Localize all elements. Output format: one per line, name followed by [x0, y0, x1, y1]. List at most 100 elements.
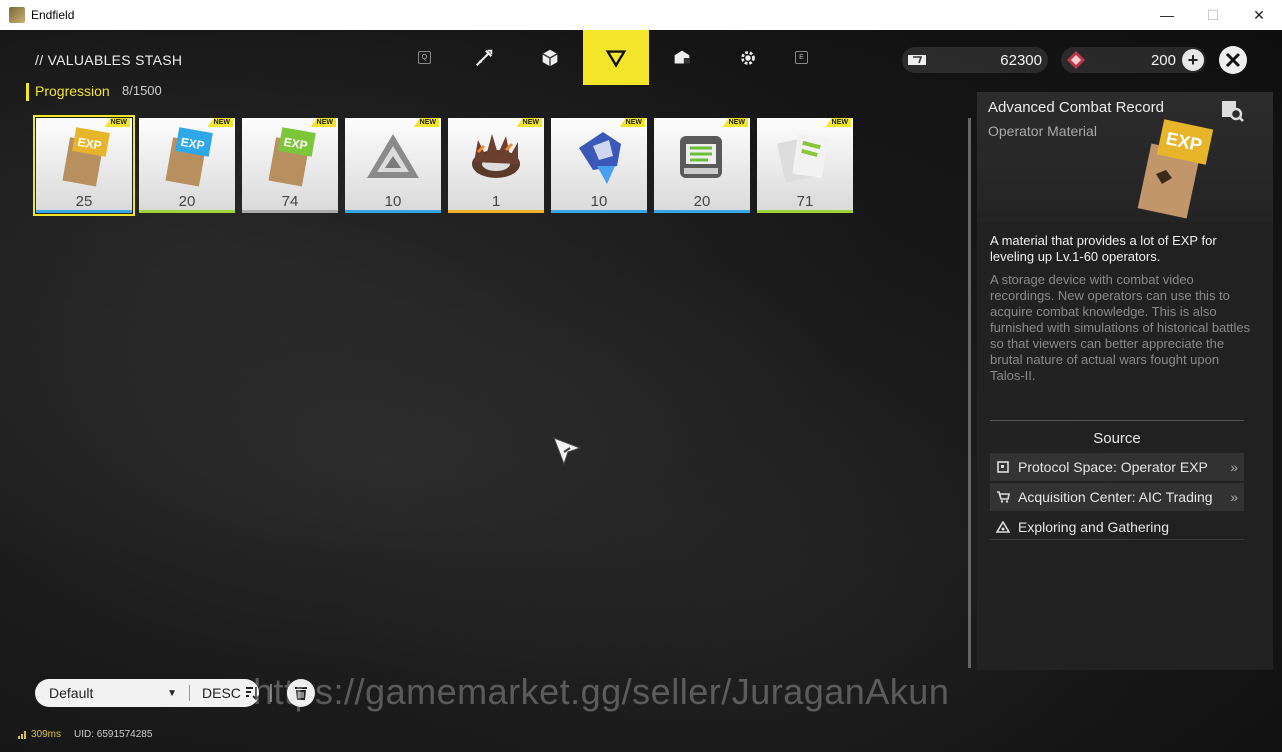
mouse-cursor-icon — [553, 437, 582, 466]
gear-icon — [741, 50, 755, 65]
item-detail-panel: Advanced Combat Record Operator Material… — [977, 92, 1273, 670]
crystal-icon — [1065, 49, 1087, 71]
tab-cube[interactable] — [517, 30, 583, 85]
sort-order-button[interactable]: DESC — [190, 685, 259, 701]
item-lore: A storage device with combat video recor… — [990, 272, 1251, 383]
item-quantity: 1 — [491, 193, 501, 210]
sort-order-label: DESC — [202, 685, 241, 701]
new-badge: NEW — [825, 118, 851, 127]
item-slot[interactable]: EXP NEW 74 — [242, 118, 338, 213]
device-icon — [680, 136, 722, 178]
currency-crystal: 200 + — [1061, 47, 1206, 73]
tab-weapon[interactable] — [451, 30, 517, 85]
source-label: Acquisition Center: AIC Trading — [1018, 489, 1213, 505]
chevron-right-icon: » — [1230, 489, 1238, 505]
item-quantity: 71 — [796, 193, 814, 210]
detail-divider — [990, 420, 1244, 421]
item-slot[interactable]: EXP NEW 20 — [139, 118, 235, 213]
prism-icon — [367, 134, 419, 178]
item-type: Operator Material — [988, 123, 1097, 139]
q-key-hint[interactable]: Q — [418, 51, 431, 64]
weapon-icon — [475, 49, 493, 66]
e-key-hint[interactable]: E — [795, 51, 808, 64]
explore-icon — [996, 520, 1010, 534]
ping-value: 309ms — [31, 729, 62, 740]
cards-icon — [777, 134, 828, 183]
new-badge: NEW — [207, 118, 233, 127]
ticket-icon — [906, 49, 928, 71]
triangle-icon — [605, 49, 627, 68]
item-quantity: 25 — [75, 193, 93, 210]
crown-icon — [472, 134, 520, 178]
box-icon — [674, 50, 690, 63]
item-grid: EXP NEW 25 EXP NEW 20 EXP NEW 74 NEW 10 … — [33, 115, 853, 216]
source-item-protocol-space[interactable]: Protocol Space: Operator EXP » — [990, 453, 1244, 481]
source-heading: Source — [1093, 430, 1141, 447]
window-titlebar: Endfield — ☐ ✕ — [0, 0, 1282, 30]
item-slot[interactable]: EXP NEW 25 — [33, 115, 135, 216]
item-slot[interactable]: NEW 10 — [551, 118, 647, 213]
user-id: UID: 6591574285 — [74, 729, 153, 740]
sort-dropdown[interactable]: Default ▼ — [35, 685, 189, 701]
exp-record-blue-icon: EXP — [165, 127, 213, 187]
item-slot[interactable]: NEW 71 — [757, 118, 853, 213]
tab-progression[interactable] — [583, 30, 649, 85]
rarity-bar — [654, 210, 750, 213]
close-stash-button[interactable] — [1219, 46, 1247, 74]
rarity-bar — [36, 210, 132, 213]
new-badge: NEW — [310, 118, 336, 127]
add-currency-button[interactable]: + — [1182, 49, 1204, 71]
sort-selected-value: Default — [49, 685, 94, 701]
rarity-bar — [139, 210, 235, 213]
page-title: // VALUABLES STASH — [35, 52, 183, 68]
maximize-button[interactable]: ☐ — [1190, 0, 1236, 30]
new-badge: NEW — [104, 118, 130, 127]
exp-record-gold-icon: EXP — [62, 127, 110, 187]
close-icon — [1225, 52, 1241, 68]
advanced-combat-record-icon: EXP — [1137, 119, 1214, 219]
item-quantity: 74 — [281, 193, 299, 210]
window-title: Endfield — [31, 8, 75, 22]
rarity-bar — [242, 210, 338, 213]
window-close-button[interactable]: ✕ — [1236, 0, 1282, 30]
currency-crystal-amount: 200 — [1150, 51, 1176, 69]
item-quantity: 10 — [384, 193, 402, 210]
grid-scrollbar[interactable] — [968, 118, 971, 668]
tab-gear[interactable] — [715, 30, 781, 85]
source-item-acquisition-center[interactable]: Acquisition Center: AIC Trading » — [990, 483, 1244, 511]
blue-crystal-icon — [579, 132, 621, 184]
app-icon — [9, 7, 25, 23]
rarity-bar — [551, 210, 647, 213]
cart-icon — [996, 490, 1010, 504]
inspect-icon[interactable] — [1219, 97, 1245, 123]
network-ping: 309ms — [18, 729, 61, 740]
source-label: Exploring and Gathering — [1018, 519, 1169, 535]
sort-control: Default ▼ DESC — [35, 679, 259, 707]
chevron-right-icon: » — [1230, 459, 1238, 475]
item-slot[interactable]: NEW 10 — [345, 118, 441, 213]
rarity-bar — [448, 210, 544, 213]
new-badge: NEW — [516, 118, 542, 127]
cube-icon — [542, 49, 558, 66]
category-tabbar: Q E — [418, 30, 808, 85]
protocol-icon — [996, 460, 1010, 474]
exp-record-green-icon: EXP — [268, 127, 316, 187]
new-badge: NEW — [619, 118, 645, 127]
tab-box[interactable] — [649, 30, 715, 85]
source-divider — [990, 539, 1244, 540]
chevron-down-icon: ▼ — [167, 687, 177, 699]
item-description: A material that provides a lot of EXP fo… — [990, 233, 1217, 264]
currency-ticket-amount: 62300 — [1000, 51, 1042, 69]
item-slot[interactable]: NEW 20 — [654, 118, 750, 213]
signal-icon — [18, 731, 26, 739]
rarity-bar — [757, 210, 853, 213]
new-badge: NEW — [413, 118, 439, 127]
minimize-button[interactable]: — — [1144, 0, 1190, 30]
watermark-text: https://gamemarket.gg/seller/JuraganAkun — [253, 671, 950, 712]
new-badge: NEW — [722, 118, 748, 127]
item-slot[interactable]: NEW 1 — [448, 118, 544, 213]
source-item-exploring: Exploring and Gathering — [990, 513, 1244, 541]
game-viewport: // VALUABLES STASH Q E 62300 200 + Progr… — [0, 30, 1282, 752]
source-label: Protocol Space: Operator EXP — [1018, 459, 1208, 475]
item-quantity: 20 — [178, 193, 196, 210]
